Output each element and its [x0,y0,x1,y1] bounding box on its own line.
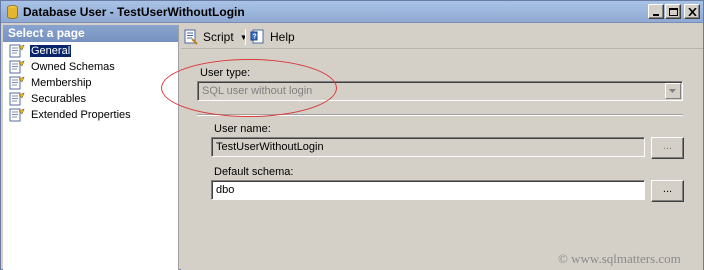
page-list: General Owned Schemas Membership Securables… [3,42,178,123]
sidebar-item-label: Membership [31,77,92,89]
page-icon [9,76,25,90]
user-name-browse-button[interactable]: ... [651,137,684,159]
sidebar-item-label: Securables [31,93,87,105]
default-schema-browse-button[interactable]: ... [651,180,684,202]
user-name-value: TestUserWithoutLogin [216,141,324,153]
maximize-icon [669,8,678,16]
default-schema-label: Default schema: [214,166,294,178]
sidebar-item-label: Extended Properties [31,109,131,121]
help-label: Help [270,30,295,44]
database-icon [7,5,18,19]
watermark: © www.sqlmatters.com [558,251,681,266]
default-schema-value: dbo [216,184,235,196]
script-label: Script [203,30,234,44]
close-button[interactable] [684,4,700,19]
sidebar-item-label: Owned Schemas [31,61,115,73]
user-name-field[interactable]: TestUserWithoutLogin [211,137,645,157]
page-selector-panel: Select a page General Owned Schemas Member… [3,25,179,270]
database-user-window: Database User - TestUserWithoutLogin Sel… [0,0,704,270]
page-icon [9,44,25,58]
minimize-button[interactable] [648,4,664,19]
sidebar-item-general[interactable]: General [3,43,178,59]
sidebar-item-label: General [30,45,72,57]
maximize-button[interactable] [665,4,681,19]
highlight-ellipse [161,59,337,117]
sidebar-header: Select a page [3,25,178,42]
svg-text:?: ? [253,34,257,41]
help-button[interactable]: ? Help [250,28,295,46]
chevron-down-icon [669,89,676,93]
default-schema-field[interactable]: dbo [211,180,645,200]
window-title: Database User - TestUserWithoutLogin [23,5,245,19]
title-bar[interactable]: Database User - TestUserWithoutLogin [1,1,703,23]
page-icon [9,108,25,122]
toolbar: Script ▼ ? Help [181,25,703,49]
sidebar-item-owned-schemas[interactable]: Owned Schemas [3,59,178,75]
close-icon [688,8,697,16]
toolbar-separator [245,29,246,45]
page-icon [9,60,25,74]
page-icon [9,92,25,106]
sidebar-item-membership[interactable]: Membership [3,75,178,91]
script-icon [184,29,198,45]
help-icon: ? [250,29,264,44]
script-button[interactable]: Script ▼ [183,28,248,46]
user-name-label: User name: [214,123,271,135]
sidebar-item-securables[interactable]: Securables [3,91,178,107]
sidebar-item-extended-properties[interactable]: Extended Properties [3,107,178,123]
minimize-icon [653,14,659,16]
chevron-down-icon[interactable]: ▼ [240,33,248,42]
dropdown-arrow-button[interactable] [665,83,681,99]
